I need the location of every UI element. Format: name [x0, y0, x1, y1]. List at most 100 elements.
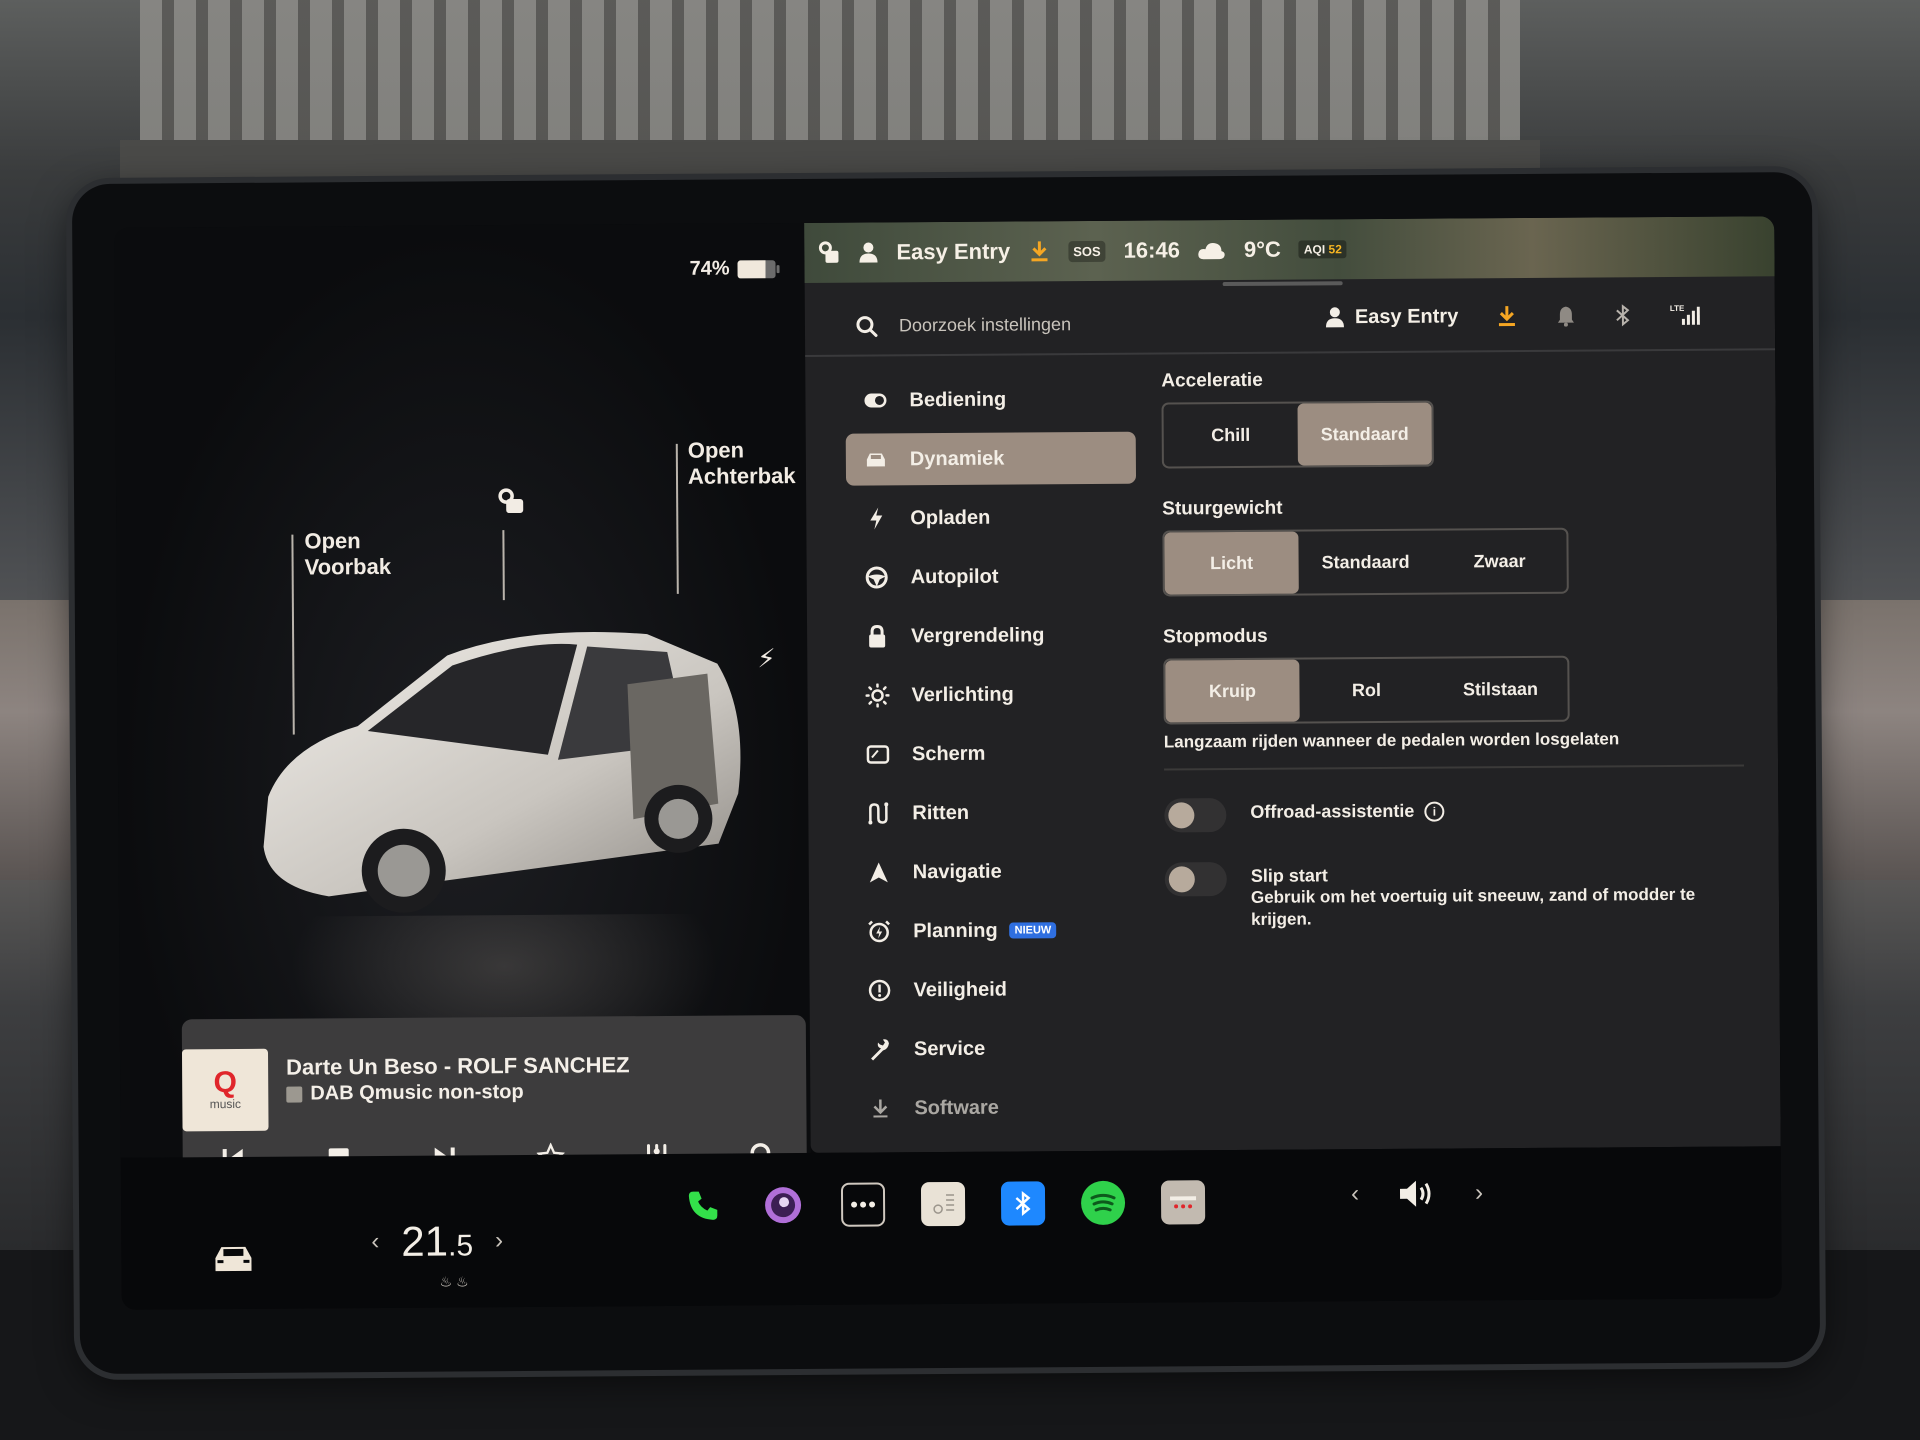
- bluetooth-app[interactable]: [1000, 1181, 1046, 1226]
- station-logo-q: Q: [213, 1065, 238, 1100]
- background-fence: [140, 0, 1520, 150]
- lock-icon: [869, 624, 886, 648]
- menu-item-vergrendeling[interactable]: Vergrendeling: [847, 609, 1137, 663]
- sos-button[interactable]: SOS: [1068, 240, 1106, 262]
- clock: 16:46: [1123, 237, 1180, 263]
- download-icon: [873, 1099, 888, 1118]
- menu-item-navigatie[interactable]: Navigatie: [849, 845, 1139, 899]
- stop-mode-option-rol[interactable]: Rol: [1299, 659, 1433, 722]
- volume-down-button[interactable]: ‹: [1351, 1180, 1359, 1208]
- more-apps[interactable]: [840, 1182, 886, 1227]
- search-icon: [856, 316, 878, 337]
- software-update-icon[interactable]: [1496, 304, 1518, 328]
- open-frunk-button[interactable]: Open Voorbak: [304, 528, 391, 581]
- defrost-icons[interactable]: ♨ ♨: [440, 1273, 469, 1290]
- menu-label: Service: [913, 1037, 986, 1060]
- battery-percent: 74%: [689, 257, 730, 280]
- car-icon: [866, 453, 885, 467]
- settings-panel: Easy Entry SOS 16:46 9°C AQI 52 Easy Ent…: [804, 216, 1781, 1153]
- acceleration-option-standaard[interactable]: Standaard: [1297, 402, 1432, 466]
- unlocked-status-icon[interactable]: [818, 241, 840, 265]
- menu-item-software[interactable]: Software: [850, 1081, 1140, 1135]
- trunk-label-line2: Achterbak: [687, 463, 796, 489]
- steering-option-licht[interactable]: Licht: [1164, 531, 1299, 595]
- stop-mode-option-kruip[interactable]: Kruip: [1165, 659, 1300, 723]
- menu-label: Planning: [913, 919, 998, 942]
- menu-item-planning[interactable]: Planning NIEUW: [849, 904, 1139, 958]
- volume-control: ‹ ›: [1351, 1176, 1483, 1211]
- toggle-icon: [864, 393, 887, 408]
- lte-signal-icon: LTE: [1670, 304, 1701, 325]
- menu-item-opladen[interactable]: Opladen: [846, 491, 1136, 545]
- phone-app[interactable]: [681, 1184, 725, 1228]
- offroad-label-group: Offroad-assistentie i: [1250, 797, 1445, 823]
- lock-leader-line: [502, 530, 505, 601]
- menu-item-autopilot[interactable]: Autopilot: [847, 550, 1137, 604]
- open-trunk-button[interactable]: Open Achterbak: [688, 437, 796, 490]
- station-label: DAB Qmusic non-stop: [310, 1080, 524, 1105]
- wrench-icon: [871, 1039, 889, 1061]
- info-icon[interactable]: i: [1424, 801, 1445, 822]
- menu-item-scherm[interactable]: Scherm: [848, 727, 1138, 781]
- settings-menu: Bediening Dynamiek Opladen Autopilot Ver…: [845, 373, 1140, 1142]
- touchscreen: 74% Open Voorbak Open Achterbak ⚡︎ Q mus…: [114, 216, 1782, 1310]
- panel-drag-handle[interactable]: [1222, 281, 1343, 287]
- slip-start-text: Slip start Gebruik om het voertuig uit s…: [1251, 858, 1745, 930]
- temp-decrease-button[interactable]: ‹: [371, 1228, 379, 1256]
- menu-item-ritten[interactable]: Ritten: [848, 786, 1138, 840]
- profile-button[interactable]: Easy Entry: [1325, 305, 1459, 329]
- steering-option-standaard[interactable]: Standaard: [1298, 531, 1432, 594]
- weather-cloud-icon: [1198, 243, 1226, 260]
- dynamics-settings: Acceleratie Chill Standaard Stuurgewicht…: [1161, 366, 1745, 961]
- trunk-label-line1: Open: [687, 437, 745, 463]
- calendar-app[interactable]: [1160, 1180, 1206, 1225]
- menu-label: Dynamiek: [909, 447, 1005, 470]
- menu-item-veiligheid[interactable]: Veiligheid: [849, 963, 1139, 1017]
- camera-app[interactable]: [761, 1183, 805, 1227]
- stop-mode-title: Stopmodus: [1163, 625, 1268, 648]
- stop-mode-option-stilstaan[interactable]: Stilstaan: [1433, 658, 1567, 721]
- settings-header: Easy Entry LTE: [804, 288, 1776, 357]
- navigation-arrow-icon: [869, 862, 888, 883]
- car-3d-model[interactable]: [247, 603, 759, 947]
- spotify-app[interactable]: [1080, 1180, 1126, 1226]
- radio-source-icon: [286, 1086, 303, 1103]
- menu-item-service[interactable]: Service: [850, 1022, 1140, 1076]
- climate-control: ‹ 21.5 ›: [371, 1217, 503, 1266]
- background-fence-base: [120, 140, 1540, 180]
- car-view-panel: 74% Open Voorbak Open Achterbak ⚡︎ Q mus…: [114, 222, 811, 1210]
- battery-indicator: 74%: [689, 257, 776, 281]
- notepad-app[interactable]: [920, 1181, 966, 1227]
- aqi-badge: AQI 52: [1298, 240, 1347, 259]
- speaker-icon[interactable]: [1397, 1177, 1437, 1211]
- offroad-row: Offroad-assistentie i: [1164, 794, 1744, 833]
- acceleration-option-chill[interactable]: Chill: [1164, 404, 1298, 467]
- toggle-knob: [1168, 866, 1195, 893]
- profile-icon: [1325, 307, 1344, 328]
- notification-bell-icon[interactable]: [1556, 305, 1576, 327]
- station-name: DAB Qmusic non-stop: [286, 1080, 524, 1106]
- charge-port-icon[interactable]: ⚡︎: [757, 643, 775, 674]
- car-controls-icon[interactable]: [211, 1242, 255, 1274]
- download-icon[interactable]: [1028, 239, 1050, 263]
- trips-icon: [868, 802, 889, 825]
- spotify-icon: [1090, 1193, 1116, 1212]
- menu-item-dynamiek[interactable]: Dynamiek: [845, 431, 1137, 486]
- steering-title: Stuurgewicht: [1162, 497, 1283, 520]
- menu-item-bediening[interactable]: Bediening: [845, 373, 1135, 427]
- cabin-temperature[interactable]: 21.5: [401, 1217, 473, 1265]
- unlock-icon[interactable]: [496, 487, 526, 517]
- menu-label: Verlichting: [911, 683, 1014, 706]
- bluetooth-icon[interactable]: [1614, 303, 1632, 327]
- camera-icon: [765, 1187, 802, 1224]
- settings-search-input[interactable]: [898, 305, 1260, 343]
- offroad-toggle[interactable]: [1164, 798, 1227, 833]
- temp-increase-button[interactable]: ›: [495, 1227, 503, 1255]
- menu-item-verlichting[interactable]: Verlichting: [847, 668, 1137, 722]
- slip-start-toggle[interactable]: [1164, 862, 1227, 897]
- steering-option-zwaar[interactable]: Zwaar: [1432, 530, 1566, 593]
- status-profile-name[interactable]: Easy Entry: [896, 239, 1010, 266]
- battery-icon: [737, 259, 776, 278]
- volume-up-button[interactable]: ›: [1475, 1179, 1483, 1207]
- slip-start-description: Gebruik om het voertuig uit sneeuw, zand…: [1250, 884, 1696, 929]
